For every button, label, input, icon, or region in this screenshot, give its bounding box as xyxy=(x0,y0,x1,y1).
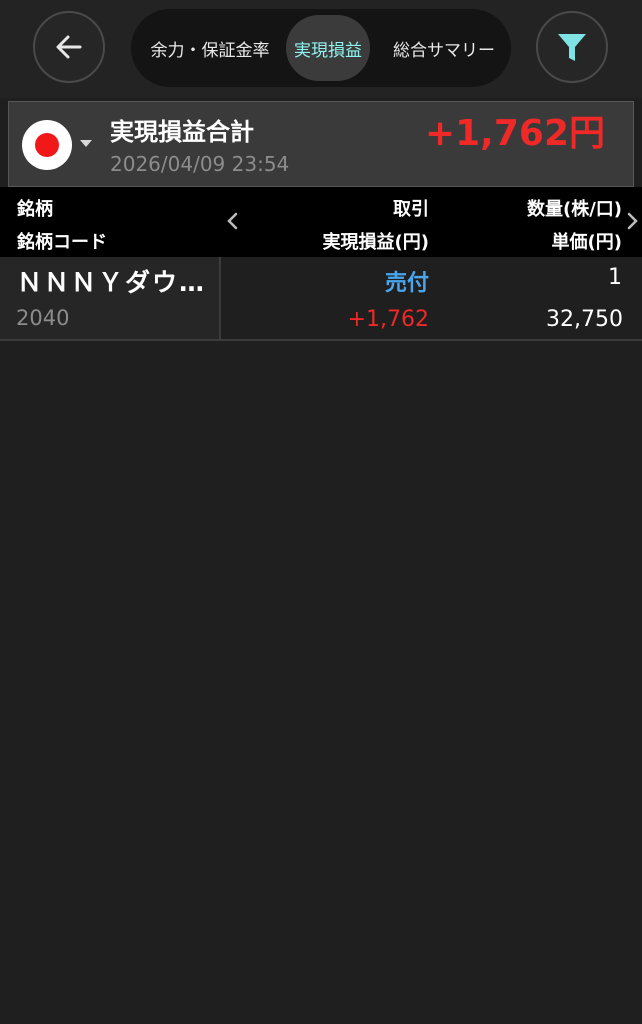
summary-title: 実現損益合計 xyxy=(110,118,254,146)
stock-code: 2040 xyxy=(16,306,70,330)
header-unit-price: 単価(円) xyxy=(551,232,622,253)
summary-total-pnl: +1,762円 xyxy=(424,113,605,154)
flag-red-dot xyxy=(35,133,59,157)
table-header: 銘柄 銘柄コード 取引 実現損益(円) 数量(株/口) 単価(円) xyxy=(0,187,642,257)
tab-switcher: 余力・保証金率 実現損益 総合サマリー xyxy=(131,9,511,87)
back-button[interactable] xyxy=(33,11,105,83)
realized-pnl-value: +1,762 xyxy=(347,307,429,332)
row-symbol-cell: ＮＮＮＹダウ… 2040 xyxy=(0,257,221,339)
arrow-left-icon xyxy=(56,35,82,59)
tab-realized-pnl[interactable]: 実現損益 xyxy=(286,15,370,81)
top-bar: 余力・保証金率 実現損益 総合サマリー xyxy=(0,0,642,98)
chevron-left-icon[interactable] xyxy=(225,211,239,231)
japan-flag-icon[interactable] xyxy=(22,120,72,170)
chevron-right-icon[interactable] xyxy=(626,211,640,231)
header-realized-pnl: 実現損益(円) xyxy=(322,232,429,253)
unit-price-value: 32,750 xyxy=(546,307,623,332)
header-trade-type: 取引 xyxy=(393,199,429,220)
chevron-down-icon[interactable] xyxy=(80,140,92,147)
tab-summary[interactable]: 総合サマリー xyxy=(381,15,507,81)
table-row[interactable]: ＮＮＮＹダウ… 2040 売付 +1,762 1 32,750 xyxy=(0,257,642,341)
stock-name: ＮＮＮＹダウ… xyxy=(17,268,207,297)
header-symbol-code: 銘柄コード xyxy=(17,232,107,253)
summary-datetime: 2026/04/09 23:54 xyxy=(110,152,290,176)
header-quantity: 数量(株/口) xyxy=(526,199,622,220)
filter-button[interactable] xyxy=(536,11,608,83)
quantity-value: 1 xyxy=(608,265,622,290)
filter-icon xyxy=(558,34,586,61)
tab-margin-ratio[interactable]: 余力・保証金率 xyxy=(135,15,285,81)
trade-side: 売付 xyxy=(384,271,429,296)
realized-pnl-summary-card: 実現損益合計 2026/04/09 23:54 +1,762円 xyxy=(8,101,634,187)
header-symbol: 銘柄 xyxy=(17,199,53,220)
